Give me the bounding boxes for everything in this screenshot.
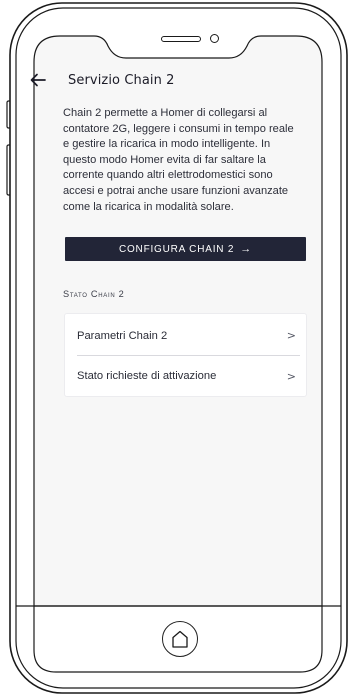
- list-item-label: Stato richieste di attivazione: [77, 370, 217, 382]
- description-text: Chain 2 permette a Homer di collegarsi a…: [63, 106, 309, 215]
- configure-chain2-button[interactable]: CONFIGURA CHAIN 2 →: [65, 237, 306, 261]
- description-line: e gestire la ricarica in modo intelligen…: [63, 138, 271, 151]
- arrow-left-icon[interactable]: [30, 72, 50, 88]
- description-line: questo modo Homer evita di far saltare l…: [63, 153, 266, 166]
- description-line: accesi e potrai anche usare funzioni ava…: [63, 184, 289, 197]
- chevron-right-icon: >: [286, 369, 296, 383]
- description-line: contatore 2G, leggere i consumi in tempo…: [63, 122, 294, 135]
- home-button[interactable]: [162, 621, 198, 657]
- page-title: Servizio Chain 2: [68, 72, 175, 88]
- list-item-stato-richieste[interactable]: Stato richieste di attivazione >: [77, 356, 300, 396]
- description-line: come la ricarica in modalità solare.: [63, 200, 234, 213]
- app-header: Servizio Chain 2: [30, 69, 300, 91]
- arrow-right-icon: →: [240, 243, 253, 255]
- settings-card: Parametri Chain 2 > Stato richieste di a…: [64, 313, 307, 397]
- section-label: Stato Chain 2: [63, 289, 125, 299]
- description-line: Chain 2 permette a Homer di collegarsi a…: [63, 107, 268, 119]
- speaker-grille: [161, 36, 201, 42]
- list-item-parametri-chain2[interactable]: Parametri Chain 2 >: [77, 316, 300, 356]
- home-icon: [172, 630, 188, 648]
- list-item-label: Parametri Chain 2: [77, 329, 168, 342]
- phone-mockup: Servizio Chain 2 Chain 2 permette a Home…: [0, 0, 355, 696]
- front-camera: [210, 34, 219, 43]
- configure-button-label: CONFIGURA CHAIN 2: [118, 243, 235, 255]
- description-line: corrente quando altri elettrodomestici s…: [63, 169, 273, 182]
- chevron-right-icon: >: [286, 329, 296, 342]
